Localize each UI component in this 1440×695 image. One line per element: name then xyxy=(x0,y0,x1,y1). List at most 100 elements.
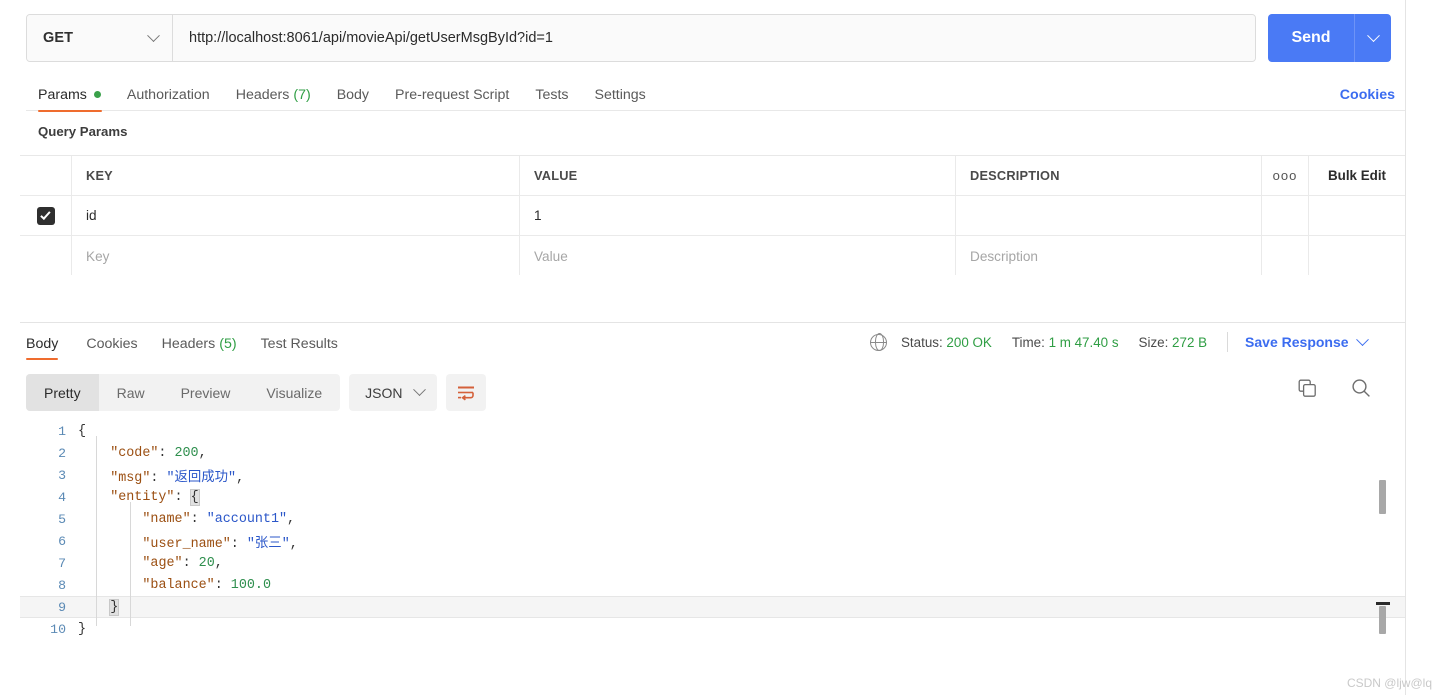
code-line-content: "code": 200, xyxy=(78,445,206,461)
request-tab-label: Pre-request Script xyxy=(395,86,510,103)
http-method-label: GET xyxy=(43,30,74,46)
request-tab-headers[interactable]: Headers (7) xyxy=(223,78,324,111)
code-token: , xyxy=(287,511,296,527)
response-body-actions xyxy=(1298,378,1371,398)
body-view-segmented-control: Pretty Raw Preview Visualize xyxy=(26,374,341,411)
body-format-select[interactable]: JSON xyxy=(349,374,437,411)
request-tab-tests[interactable]: Tests xyxy=(522,78,581,111)
right-edge-divider xyxy=(1405,0,1406,695)
code-token: "返回成功" xyxy=(166,470,237,486)
line-number: 5 xyxy=(58,511,66,527)
send-options-button[interactable] xyxy=(1355,14,1391,62)
param-key-value: id xyxy=(86,208,97,223)
line-number: 10 xyxy=(50,621,66,637)
response-tab-bar: Body Cookies Headers (5) Test Results xyxy=(26,328,350,360)
response-tab-body[interactable]: Body xyxy=(26,328,74,360)
empty-row-description-cell[interactable]: Description xyxy=(956,236,1262,276)
word-wrap-toggle[interactable] xyxy=(445,374,486,411)
code-token: "code" xyxy=(110,445,159,461)
header-value-label: VALUE xyxy=(534,168,578,183)
body-view-raw[interactable]: Raw xyxy=(99,374,163,411)
body-format-label: JSON xyxy=(365,384,403,401)
response-body-toolbar: Pretty Raw Preview Visualize JSON xyxy=(26,374,486,411)
request-tab-label: Params xyxy=(38,86,87,103)
search-icon xyxy=(1352,379,1370,397)
header-cell-key: KEY xyxy=(72,156,520,195)
response-tab-cookies[interactable]: Cookies xyxy=(74,328,149,360)
code-line: 8 "balance": 100.0 xyxy=(20,574,1405,596)
code-token: { xyxy=(189,488,200,506)
request-tab-settings[interactable]: Settings xyxy=(582,78,659,111)
response-tab-headers[interactable]: Headers (5) xyxy=(150,328,249,360)
fold-guide-inner xyxy=(130,502,131,626)
table-options-button[interactable]: ooo xyxy=(1262,156,1309,195)
request-url-input[interactable]: http://localhost:8061/api/movieApi/getUs… xyxy=(173,15,1255,61)
search-button[interactable] xyxy=(1351,378,1371,398)
chevron-down-icon xyxy=(1355,332,1369,346)
param-enabled-checkbox[interactable] xyxy=(36,206,55,225)
description-placeholder: Description xyxy=(970,248,1038,264)
request-tab-bar: Params Authorization Headers (7) Body Pre-req… xyxy=(26,78,1405,112)
code-line-content: "name": "account1", xyxy=(78,512,295,527)
row-tail-cell xyxy=(1309,196,1405,235)
line-number: 8 xyxy=(58,577,66,593)
http-method-select[interactable]: GET xyxy=(27,15,173,61)
row-key-cell[interactable]: id xyxy=(72,196,520,235)
save-response-button[interactable]: Save Response xyxy=(1245,332,1369,350)
watermark-text: CSDN @ljw@lq xyxy=(1346,676,1432,690)
body-view-pretty[interactable]: Pretty xyxy=(26,374,99,411)
code-token: "balance" xyxy=(142,577,215,593)
body-view-visualize[interactable]: Visualize xyxy=(248,374,340,411)
copy-button[interactable] xyxy=(1298,379,1317,398)
code-token: : xyxy=(150,470,167,486)
query-params-table: KEY VALUE DESCRIPTION ooo Bulk Edit id 1… xyxy=(20,155,1405,277)
code-line: 4 "entity": { xyxy=(20,486,1405,508)
row-value-cell[interactable]: 1 xyxy=(520,196,956,235)
time-value: 1 m 47.40 s xyxy=(1048,334,1119,350)
response-body-code-editor[interactable]: 1{2 "code": 200, 3 "msg": "返回成功", 4 "entity":… xyxy=(20,420,1405,670)
code-line: 6 "user_name": "张三", xyxy=(20,530,1405,552)
status-value: 200 OK xyxy=(946,334,992,350)
unsaved-changes-dot-icon xyxy=(93,91,101,98)
editor-scrollbar[interactable] xyxy=(1376,420,1390,670)
code-token: { xyxy=(78,423,87,439)
send-button[interactable]: Send xyxy=(1268,14,1355,62)
query-params-title: Query Params xyxy=(38,124,128,139)
code-line: 5 "name": "account1", xyxy=(20,508,1405,530)
code-line-content: } xyxy=(78,622,86,637)
row-checkbox-cell xyxy=(20,196,72,235)
copy-icon xyxy=(1298,379,1316,397)
response-tab-label: Body xyxy=(26,336,59,352)
code-token: "age" xyxy=(142,555,183,571)
response-status-bar: Status: 200 OK Time: 1 m 47.40 s Size: 2… xyxy=(869,332,1369,352)
code-line-content: } xyxy=(78,598,120,616)
header-cell-value: VALUE xyxy=(520,156,956,195)
scrollbar-thumb-upper[interactable] xyxy=(1379,480,1386,514)
table-header-row: KEY VALUE DESCRIPTION ooo Bulk Edit xyxy=(20,156,1405,196)
request-tab-authorization[interactable]: Authorization xyxy=(114,78,223,111)
response-tab-label: Test Results xyxy=(260,336,338,352)
request-tab-pre-request-script[interactable]: Pre-request Script xyxy=(382,78,522,111)
header-cell-checkbox xyxy=(20,156,72,195)
row-description-cell[interactable] xyxy=(956,196,1262,235)
size-badge: Size: 272 B xyxy=(1139,335,1208,350)
request-tab-count: (7) xyxy=(293,86,311,103)
code-line: 10} xyxy=(20,618,1405,640)
code-line-content: "age": 20, xyxy=(78,555,222,571)
empty-row-value-cell[interactable]: Value xyxy=(520,236,956,276)
request-tab-params[interactable]: Params xyxy=(26,78,114,112)
empty-row-key-cell[interactable]: Key xyxy=(72,236,520,276)
request-tab-body[interactable]: Body xyxy=(324,78,382,111)
code-token: : xyxy=(190,511,207,527)
body-view-preview[interactable]: Preview xyxy=(163,374,249,411)
request-tab-label: Settings xyxy=(594,86,646,103)
table-row-empty: Key Value Description xyxy=(20,236,1405,276)
response-tab-test-results[interactable]: Test Results xyxy=(249,328,350,360)
bulk-edit-button[interactable]: Bulk Edit xyxy=(1309,156,1405,195)
code-token: : xyxy=(214,577,231,593)
chevron-down-icon xyxy=(1366,28,1380,42)
cookies-link[interactable]: Cookies xyxy=(1340,78,1405,111)
line-number: 4 xyxy=(58,489,66,505)
scrollbar-thumb-lower[interactable] xyxy=(1379,606,1386,634)
check-icon xyxy=(40,208,51,220)
